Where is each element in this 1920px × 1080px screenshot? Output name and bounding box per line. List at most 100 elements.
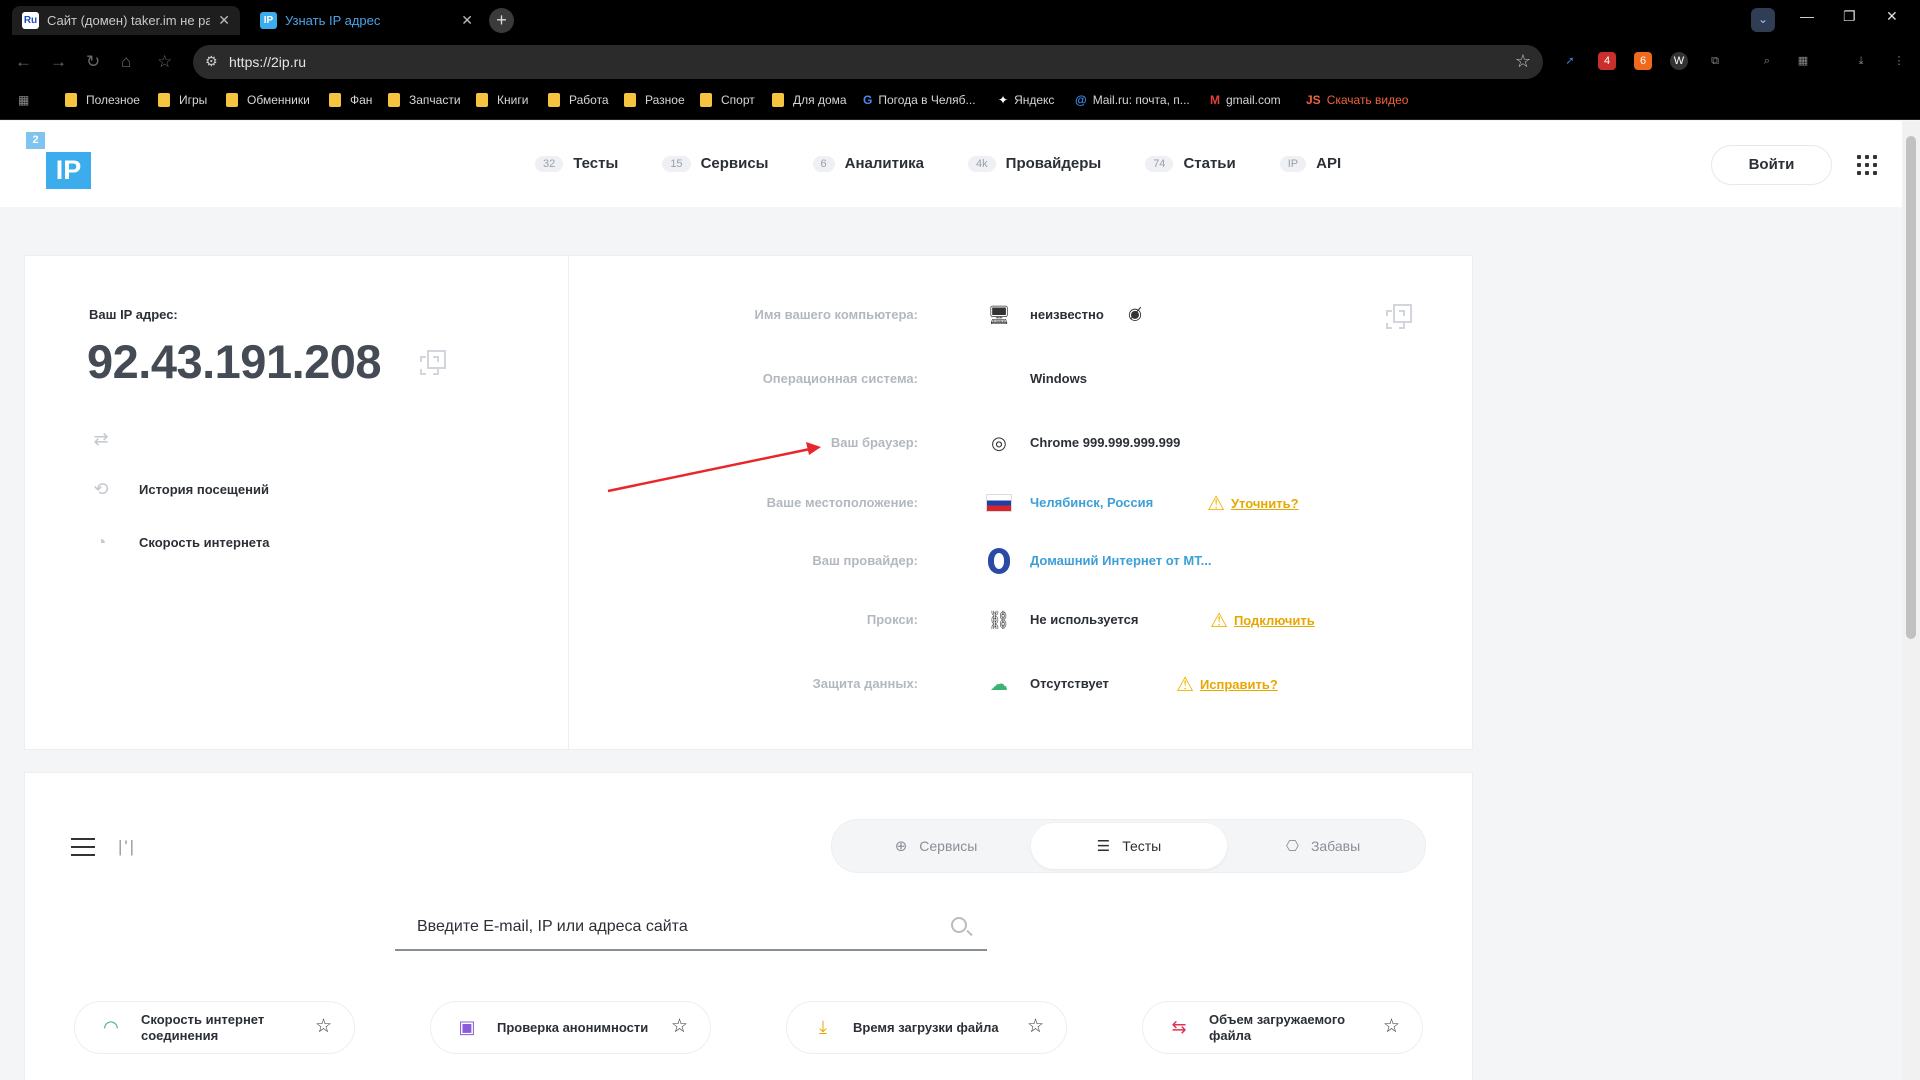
folder-icon (226, 93, 238, 107)
bookmark-zapchasti[interactable]: Запчасти (388, 93, 461, 107)
fix-protection-link[interactable]: ⚠ Исправить? (1176, 672, 1278, 697)
bookmark-rabota[interactable]: Работа (548, 93, 609, 107)
apps-icon[interactable]: ▦ (18, 93, 29, 107)
nav-analytics[interactable]: 6 Аналитика (812, 155, 924, 172)
folder-icon (624, 93, 636, 107)
history-link[interactable]: ⟲ История посещений (89, 479, 269, 500)
anonymity-icon: ▣ (458, 1017, 476, 1037)
ip-address[interactable]: 92.43.191.208 (87, 334, 382, 389)
bookmark-label: Погода в Челяб... (878, 93, 976, 107)
bookmark-raznoe[interactable]: Разное (624, 93, 685, 107)
site-settings-icon[interactable]: ⚙ (205, 53, 218, 70)
provider-link[interactable]: Домашний Интернет от МТ... (1030, 553, 1212, 568)
connect-proxy-link[interactable]: ⚠ Подключить (1210, 608, 1315, 633)
bookmark-label: Спорт (721, 93, 755, 107)
favorite-star-icon[interactable]: ☆ (671, 1015, 688, 1038)
search-input[interactable] (395, 905, 935, 949)
bookmark-igry[interactable]: Игры (158, 93, 207, 107)
nav-services[interactable]: 15 Сервисы (662, 155, 769, 172)
bookmark-mailru[interactable]: @ Mail.ru: почта, п... (1075, 93, 1190, 107)
nav-tests[interactable]: 32 Тесты (535, 155, 618, 172)
favorite-star-icon[interactable]: ☆ (1027, 1015, 1044, 1038)
nav-count-badge: 74 (1145, 155, 1174, 172)
tab-search-icon[interactable]: ⌄ (1751, 8, 1775, 32)
browser-tab-taker[interactable]: Ru Сайт (домен) taker.im не работает ✕ (12, 6, 240, 35)
location-link[interactable]: Челябинск, Россия (1030, 495, 1153, 510)
segment-fun[interactable]: ⎔ Забавы (1225, 823, 1421, 869)
info-label: Ваше местоположение: (766, 495, 918, 510)
speed-link[interactable]: ◔ Скорость интернета (89, 532, 270, 553)
extension-badge-icon[interactable]: 4 (1598, 52, 1616, 70)
bookmark-fan[interactable]: Фан (329, 93, 372, 107)
eye-hidden-icon[interactable]: ◉̸ (1122, 302, 1148, 328)
tool-file-size[interactable]: ⇆ Объем загружаемого файла ☆ (1142, 1001, 1423, 1054)
login-button[interactable]: Войти (1711, 145, 1832, 185)
favorite-star-icon[interactable]: ☆ (1383, 1015, 1400, 1038)
info-row-os: Операционная система: ⊞ Windows (573, 364, 1463, 394)
nav-articles[interactable]: 74 Статьи (1145, 155, 1236, 172)
tools-panel: |'| ⊕ Сервисы ☰ Тесты ⎔ Забавы ◠ Скорост… (24, 772, 1473, 1080)
bookmark-label: Для дома (793, 93, 847, 107)
info-value: неизвестно (1030, 307, 1104, 322)
bookmark-dlya-doma[interactable]: Для дома (772, 93, 847, 107)
bookmark-label: Работа (569, 93, 609, 107)
extension-badge-icon[interactable]: 6 (1634, 52, 1652, 70)
card-divider (568, 256, 569, 749)
view-toggle-icon[interactable]: |'| (118, 837, 136, 857)
back-icon[interactable]: ← (15, 52, 32, 72)
bookmark-star-icon[interactable]: ☆ (157, 52, 172, 72)
share-link[interactable]: ⇄ (89, 429, 139, 450)
segment-tests[interactable]: ☰ Тесты (1031, 823, 1227, 869)
scrollbar-thumb[interactable] (1906, 136, 1916, 639)
russia-flag-icon (986, 490, 1012, 516)
address-bar[interactable]: ⚙ https://2ip.ru ☆ (193, 45, 1543, 79)
bookmark-download-video[interactable]: JS Скачать видео (1306, 93, 1408, 107)
grid-icon[interactable]: ▦ (1794, 52, 1812, 70)
search-icon[interactable]: ⌕ (1758, 52, 1776, 70)
tool-anonymity-check[interactable]: ▣ Проверка анонимности ☆ (430, 1001, 711, 1054)
extensions-puzzle-icon[interactable]: ⧉ (1706, 52, 1724, 70)
download-icon[interactable]: ⤓ (1852, 52, 1870, 70)
close-tab-icon[interactable]: ✕ (461, 12, 473, 29)
bookmark-sport[interactable]: Спорт (700, 93, 755, 107)
bookmark-label: Запчасти (409, 93, 461, 107)
copy-ip-icon[interactable] (420, 350, 446, 375)
close-tab-icon[interactable]: ✕ (218, 12, 230, 29)
info-value: Отсутствует (1030, 676, 1109, 691)
search-icon[interactable] (951, 917, 967, 933)
nav-api[interactable]: IP API (1279, 155, 1341, 172)
reload-icon[interactable]: ↻ (86, 52, 100, 72)
browser-tab-2ip[interactable]: IP Узнать IP адрес ✕ (250, 6, 483, 35)
bookmark-page-icon[interactable]: ☆ (1515, 51, 1531, 72)
url-text[interactable]: https://2ip.ru (229, 54, 306, 70)
restore-icon[interactable]: ❐ (1843, 8, 1856, 25)
bookmark-weather[interactable]: G Погода в Челяб... (863, 93, 976, 107)
bookmark-label: Скачать видео (1326, 93, 1409, 107)
extension-arrow-icon[interactable]: ➚ (1561, 52, 1579, 70)
bookmark-gmail[interactable]: Mgmail.com (1210, 93, 1281, 107)
segment-services[interactable]: ⊕ Сервисы (838, 823, 1034, 869)
tool-speed-test[interactable]: ◠ Скорость интернет соединения ☆ (74, 1001, 355, 1054)
nav-count-badge: 15 (662, 155, 691, 172)
minimize-icon[interactable]: — (1800, 8, 1814, 24)
forward-icon[interactable]: → (50, 52, 67, 72)
clarify-location-link[interactable]: ⚠ Уточнить? (1207, 491, 1299, 516)
bookmark-poleznoe[interactable]: Полезное (65, 93, 140, 107)
nav-providers[interactable]: 4k Провайдеры (968, 155, 1101, 172)
bookmark-yandex[interactable]: ✦ Яндекс (998, 93, 1054, 107)
favorite-star-icon[interactable]: ☆ (315, 1015, 332, 1038)
menu-burger-icon[interactable] (71, 838, 95, 856)
extension-w-icon[interactable]: W (1670, 52, 1688, 70)
share-icon: ⇄ (93, 429, 109, 449)
info-row-provider: Ваш провайдер: Домашний Интернет от МТ..… (573, 546, 1463, 576)
windows-icon: ⊞ (991, 369, 1007, 389)
bookmark-knigi[interactable]: Книги (476, 93, 528, 107)
menu-dots-icon[interactable]: ⋮ (1890, 52, 1908, 70)
bookmark-obmenniki[interactable]: Обменники (226, 93, 310, 107)
close-window-icon[interactable]: ✕ (1886, 8, 1898, 25)
gamepad-icon: ⎔ (1285, 838, 1299, 855)
new-tab-button[interactable]: + (489, 8, 514, 33)
apps-grid-icon[interactable] (1857, 155, 1877, 175)
home-icon[interactable]: ⌂ (121, 52, 131, 72)
tool-download-time[interactable]: ⤓ Время загрузки файла ☆ (786, 1001, 1067, 1054)
